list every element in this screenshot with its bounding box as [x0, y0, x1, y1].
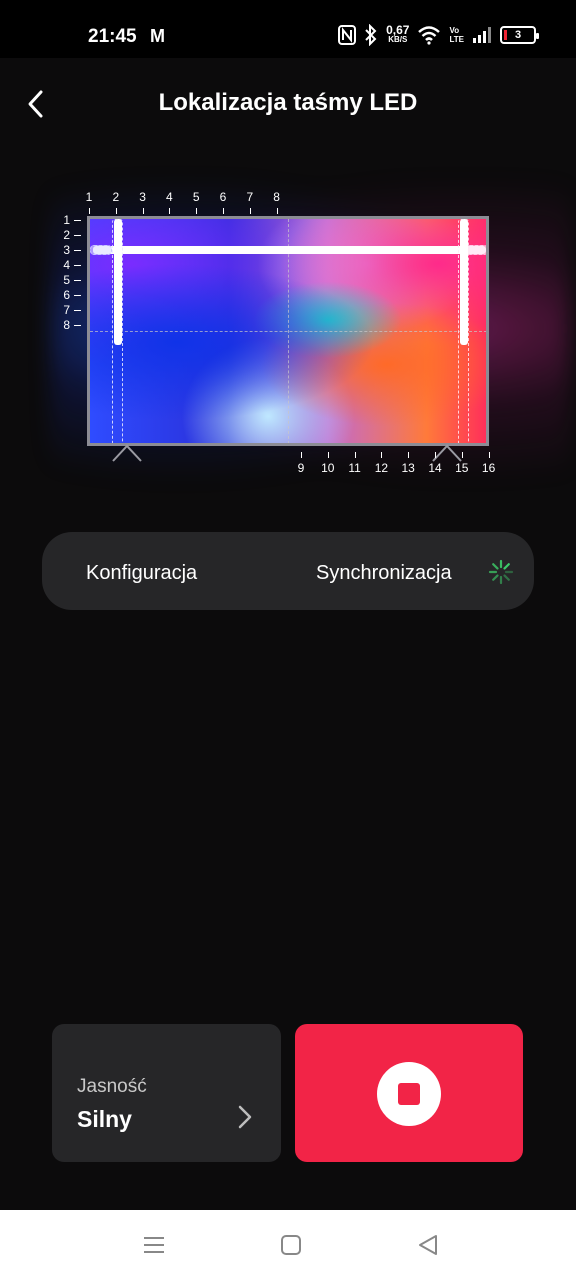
bottom-tick-mark	[381, 452, 383, 458]
bottom-tick-mark	[461, 452, 463, 458]
left-tick-mark	[74, 265, 81, 266]
top-tick-mark	[169, 208, 171, 214]
synchronization-tab[interactable]: Synchronizacja	[316, 562, 452, 585]
top-tick-mark	[276, 208, 278, 214]
top-tick-mark	[249, 208, 251, 214]
bottom-tick-mark	[354, 452, 356, 458]
status-icons: 0,67 KB/S Vo LTE 3	[338, 23, 539, 46]
bottom-tick-label: 10	[321, 461, 335, 475]
home-icon[interactable]	[278, 1232, 304, 1258]
speed-value: 0,67	[386, 23, 410, 37]
menu-icon[interactable]	[141, 1232, 167, 1258]
battery-icon: 3	[500, 26, 539, 44]
left-tick-label: 7	[63, 303, 70, 317]
top-tick-label: 8	[273, 190, 280, 204]
bottom-tick-mark	[488, 452, 490, 458]
led-strip-right-dashed	[458, 219, 469, 443]
left-tick-label: 6	[63, 288, 70, 302]
left-tick-mark	[74, 310, 81, 311]
left-ticks: 12345678	[58, 213, 88, 336]
left-tick-label: 2	[63, 228, 70, 242]
bottom-tick-mark	[327, 452, 329, 458]
bottom-tick-label: 14	[428, 461, 442, 475]
spinner-segment	[492, 563, 499, 570]
system-nav-bar	[0, 1210, 576, 1280]
stop-icon	[398, 1083, 420, 1105]
wifi-icon	[418, 26, 441, 45]
left-tick-mark	[74, 295, 81, 296]
top-tick-label: 2	[112, 190, 120, 204]
left-tick-label: 4	[63, 258, 70, 272]
left-tick-label: 1	[63, 213, 70, 227]
led-strip-left-dashed	[112, 219, 123, 443]
speed-unit: KB/S	[388, 35, 408, 44]
mail-icon: M	[150, 26, 165, 46]
signal-icon	[473, 27, 491, 43]
top-tick-label: 4	[166, 190, 173, 204]
configuration-tab[interactable]: Konfiguracja	[86, 562, 197, 585]
left-tick-label: 8	[63, 318, 70, 332]
bottom-tick-label: 13	[401, 461, 415, 475]
status-bar: 21:45 M 0,67 KB/S Vo LTE 3	[0, 0, 576, 58]
back-triangle-icon[interactable]	[415, 1232, 441, 1258]
top-tick-mark	[196, 208, 198, 214]
stop-icon-circle	[377, 1062, 441, 1126]
bottom-tick-mark	[301, 452, 302, 458]
top-tick-mark	[142, 208, 144, 214]
spinner-segment	[503, 563, 510, 570]
status-time: 21:45	[88, 26, 137, 47]
battery-level: 3	[514, 29, 522, 41]
bottom-tick-mark	[435, 452, 436, 458]
brightness-label: Jasność	[77, 1076, 147, 1097]
nfc-icon	[338, 25, 357, 45]
tv-diagram: 12345678 12345678 9 10 11 12 13 14 15 16	[40, 180, 570, 510]
left-tick-mark	[74, 280, 81, 281]
led-strip-top-right-end	[466, 245, 486, 255]
bottom-ticks: 9 10 11 12 13 14 15 16	[40, 450, 550, 480]
top-tick-mark	[89, 208, 90, 214]
left-tick-mark	[74, 250, 81, 251]
volte-indicator: Vo LTE	[449, 26, 464, 44]
led-strip-top-left-end	[90, 245, 112, 255]
led-strip-top	[93, 246, 486, 254]
stop-button[interactable]	[295, 1024, 523, 1162]
top-tick-label: 3	[139, 190, 146, 204]
spinner-segment	[492, 574, 499, 581]
center-horizontal-line	[90, 331, 486, 332]
mode-control: Konfiguracja Synchronizacja	[42, 532, 534, 610]
bluetooth-icon	[365, 24, 377, 46]
volte-bottom: LTE	[449, 35, 464, 44]
brightness-card[interactable]: Jasność Silny	[52, 1024, 281, 1162]
spinner-segment	[503, 574, 510, 581]
top-tick-label: 6	[219, 190, 227, 204]
chevron-right-icon	[238, 1105, 252, 1129]
bottom-tick-label: 9	[297, 461, 305, 475]
brightness-value: Silny	[77, 1106, 132, 1132]
top-tick-mark	[115, 208, 117, 214]
page-title: Lokalizacja taśmy LED	[158, 89, 418, 116]
top-tick-label: 5	[192, 190, 200, 204]
top-tick-mark	[223, 208, 224, 214]
bottom-tick-label: 16	[481, 461, 496, 475]
bottom-tick-label: 11	[348, 461, 361, 475]
left-tick-label: 5	[63, 273, 70, 287]
top-tick-label: 7	[246, 190, 254, 204]
bottom-tick-label: 12	[374, 461, 389, 475]
bottom-tick-label: 15	[455, 461, 469, 475]
tv-screen	[87, 216, 489, 446]
network-speed: 0,67 KB/S	[386, 23, 410, 44]
left-tick-mark	[74, 325, 81, 326]
left-tick-label: 3	[63, 243, 70, 257]
bottom-tick-mark	[408, 452, 410, 458]
top-tick-label: 1	[85, 190, 93, 204]
loading-spinner-icon	[488, 559, 514, 585]
left-tick-mark	[74, 235, 81, 236]
volte-top: Vo	[449, 26, 460, 35]
left-tick-mark	[74, 220, 81, 221]
